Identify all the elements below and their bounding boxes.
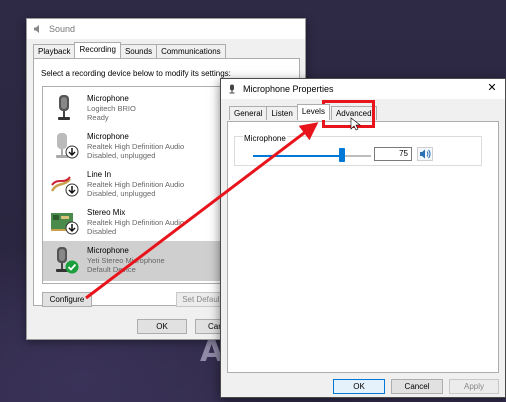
microphone-default-icon <box>49 245 79 275</box>
device-name: Stereo Mix <box>87 208 126 217</box>
tab-recording[interactable]: Recording <box>74 42 121 58</box>
device-name: Microphone <box>87 94 129 103</box>
microphone-icon <box>227 84 237 94</box>
level-slider-thumb[interactable] <box>338 148 345 162</box>
cancel-button[interactable]: Can <box>195 319 223 334</box>
device-item-selected[interactable]: Microphone Yeti Stereo Microphone Defaul… <box>43 241 222 281</box>
speaker-icon <box>33 24 43 34</box>
ok-button[interactable]: OK <box>137 319 187 334</box>
device-status: Disabled <box>87 227 117 236</box>
level-slider-fill <box>253 155 342 157</box>
tab-listen[interactable]: Listen <box>266 106 298 120</box>
ok-button[interactable]: OK <box>333 379 385 394</box>
device-status: Disabled, unplugged <box>87 151 156 160</box>
device-description: Logitech BRIO <box>87 104 136 113</box>
sound-title: Sound <box>49 24 76 34</box>
device-description: Yeti Stereo Microphone <box>87 256 165 265</box>
device-name: Microphone <box>87 132 129 141</box>
mic-title: Microphone Properties <box>243 84 334 94</box>
device-description: Realtek High Definition Audio <box>87 218 185 227</box>
device-description: Realtek High Definition Audio <box>87 142 185 151</box>
tab-general[interactable]: General <box>229 106 268 120</box>
sound-titlebar[interactable]: Sound <box>27 19 305 39</box>
device-item[interactable]: Microphone Realtek High Definition Audio… <box>43 127 222 165</box>
level-value-input[interactable]: 75 <box>374 147 412 161</box>
device-status: Ready <box>87 113 109 122</box>
tab-playback[interactable]: Playback <box>33 44 76 58</box>
device-item[interactable]: Stereo Mix Realtek High Definition Audio… <box>43 203 222 241</box>
line-in-icon <box>49 169 79 199</box>
cancel-button[interactable]: Cancel <box>391 379 443 394</box>
sound-card-icon <box>49 207 79 237</box>
device-item[interactable]: Microphone Logitech BRIO Ready <box>43 89 222 127</box>
microphone-level-group: Microphone 75 <box>234 134 482 166</box>
device-description: Realtek High Definition Audio <box>87 180 185 189</box>
device-name: Microphone <box>87 246 129 255</box>
level-slider-track[interactable] <box>253 155 371 157</box>
speaker-icon <box>418 149 432 162</box>
device-status: Disabled, unplugged <box>87 189 156 198</box>
levels-panel: Microphone 75 <box>227 121 499 373</box>
device-item[interactable]: Line In Realtek High Definition Audio Di… <box>43 165 222 203</box>
instruction-text: Select a recording device below to modif… <box>41 69 231 78</box>
tab-sounds[interactable]: Sounds <box>119 44 158 58</box>
device-name: Line In <box>87 170 112 179</box>
level-label: Microphone <box>243 134 287 143</box>
close-icon[interactable]: ✕ <box>485 81 499 94</box>
microphone-disabled-icon <box>49 131 79 161</box>
apply-button[interactable]: Apply <box>449 379 499 394</box>
configure-button[interactable]: Configure <box>42 292 92 307</box>
device-status: Default Device <box>87 265 136 274</box>
sound-tabs: Playback Recording Sounds Communications <box>33 42 226 58</box>
mute-button[interactable] <box>417 147 433 161</box>
microphone-icon <box>49 93 79 123</box>
mic-titlebar[interactable]: Microphone Properties ✕ <box>221 79 505 99</box>
tab-communications[interactable]: Communications <box>156 44 226 58</box>
tab-levels[interactable]: Levels <box>296 104 330 120</box>
device-list[interactable]: Microphone Logitech BRIO Ready Microphon… <box>42 86 223 284</box>
